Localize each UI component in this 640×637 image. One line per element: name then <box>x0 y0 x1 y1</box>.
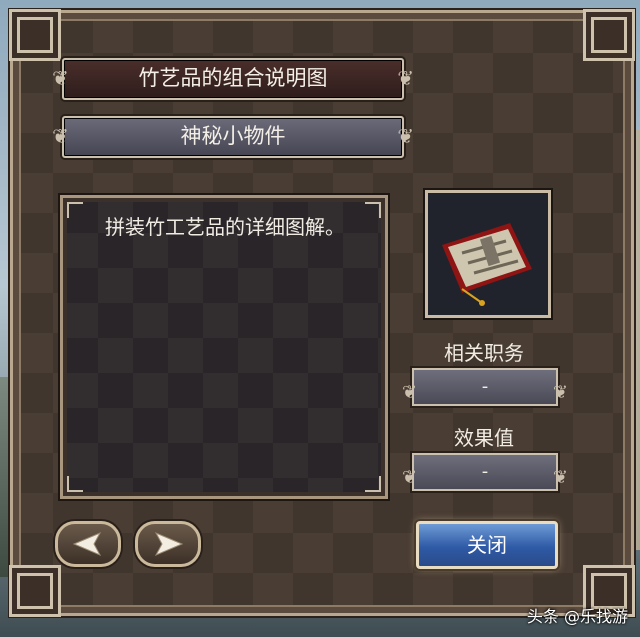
flourish-icon: ❦ <box>402 467 418 488</box>
item-title-bar: ❦ 竹艺品的组合说明图 ❦ <box>52 58 414 100</box>
item-category: 神秘小物件 <box>180 124 286 148</box>
effect-value: - <box>481 461 489 482</box>
item-title: 竹艺品的组合说明图 <box>138 66 328 90</box>
flourish-icon: ❦ <box>552 467 568 488</box>
related-job-value: - <box>481 376 489 397</box>
effect-field: ❦ - ❦ <box>402 453 568 491</box>
flourish-icon: ❦ <box>52 124 69 148</box>
item-category-bar: ❦ 神秘小物件 ❦ <box>52 116 414 158</box>
flourish-icon: ❦ <box>397 124 414 148</box>
watermark: 头条 @乐找游 <box>526 607 628 626</box>
related-job-label: 相关职务 <box>444 341 524 365</box>
panel-corner <box>67 202 83 218</box>
flourish-icon: ❦ <box>402 382 418 403</box>
frame-corner <box>9 565 61 617</box>
scroll-icon <box>428 193 548 315</box>
item-image-frame <box>425 190 551 318</box>
frame-corner <box>583 9 635 61</box>
right-arrow-icon <box>154 531 184 557</box>
next-item-button[interactable] <box>135 521 201 567</box>
left-arrow-icon <box>72 531 102 557</box>
flourish-icon: ❦ <box>397 66 414 90</box>
panel-corner <box>365 202 381 218</box>
frame-corner <box>9 9 61 61</box>
close-button[interactable]: 关闭 <box>416 521 558 569</box>
flourish-icon: ❦ <box>552 382 568 403</box>
effect-label: 效果值 <box>454 426 514 450</box>
item-description: 拼装竹工艺品的详细图解。 <box>105 215 345 239</box>
panel-corner <box>365 476 381 492</box>
description-panel: 拼装竹工艺品的详细图解。 <box>60 195 388 499</box>
flourish-icon: ❦ <box>52 66 69 90</box>
related-job-field: ❦ - ❦ <box>402 368 568 406</box>
previous-item-button[interactable] <box>55 521 121 567</box>
panel-corner <box>67 476 83 492</box>
